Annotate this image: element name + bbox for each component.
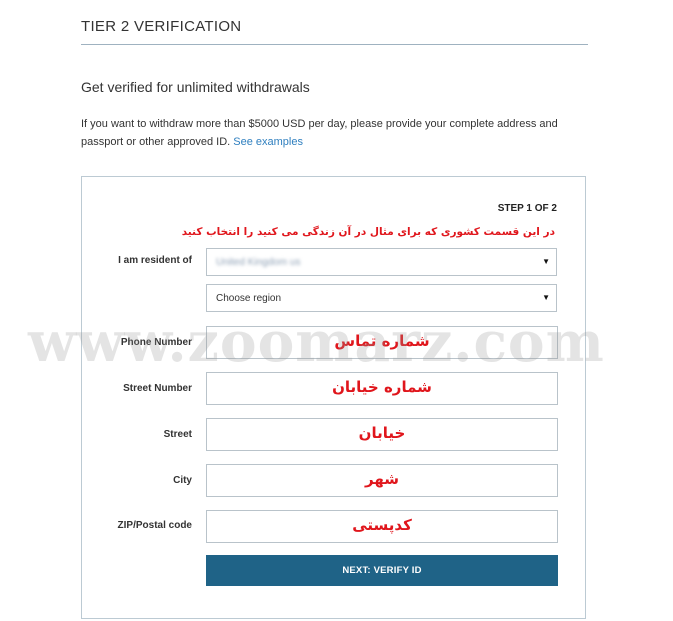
street-number-label: Street Number — [123, 383, 192, 394]
street-input-value: خیابان — [358, 424, 406, 442]
description: If you want to withdraw more than $5000 … — [81, 115, 593, 151]
street-number-input-value: شماره خیابان — [332, 378, 432, 396]
step-indicator: STEP 1 OF 2 — [497, 203, 557, 214]
phone-input-value: شماره تماس — [334, 332, 430, 350]
city-input-value: شهر — [365, 470, 399, 488]
next-verify-id-button[interactable]: NEXT: VERIFY ID — [206, 555, 558, 586]
city-label: City — [173, 475, 192, 486]
phone-label: Phone Number — [120, 337, 192, 348]
street-label: Street — [163, 429, 192, 440]
page-title: TIER 2 VERIFICATION — [81, 18, 242, 35]
resident-label: I am resident of — [118, 255, 192, 266]
street-number-input[interactable]: شماره خیابان — [206, 372, 558, 405]
title-divider — [81, 44, 588, 45]
zip-input-value: کدپستی — [352, 516, 412, 534]
page-subtitle: Get verified for unlimited withdrawals — [81, 79, 310, 95]
zip-label: ZIP/Postal code — [117, 520, 192, 531]
zip-input[interactable]: کدپستی — [206, 510, 558, 543]
region-select-value: Choose region — [216, 293, 282, 304]
region-select[interactable]: Choose region ▼ — [206, 284, 557, 312]
see-examples-link[interactable]: See examples — [233, 136, 303, 148]
annotation-note: در این قسمت کشوری که برای مثال در آن زند… — [181, 226, 555, 238]
city-input[interactable]: شهر — [206, 464, 558, 497]
country-select-value: United Kingdom us — [216, 257, 301, 268]
verification-form: STEP 1 OF 2 در این قسمت کشوری که برای مث… — [81, 176, 586, 619]
caret-down-icon: ▼ — [542, 257, 550, 266]
street-input[interactable]: خیابان — [206, 418, 558, 451]
country-select[interactable]: United Kingdom us ▼ — [206, 248, 557, 276]
description-text: If you want to withdraw more than $5000 … — [81, 118, 558, 148]
caret-down-icon: ▼ — [542, 293, 550, 302]
phone-input[interactable]: شماره تماس — [206, 326, 558, 359]
